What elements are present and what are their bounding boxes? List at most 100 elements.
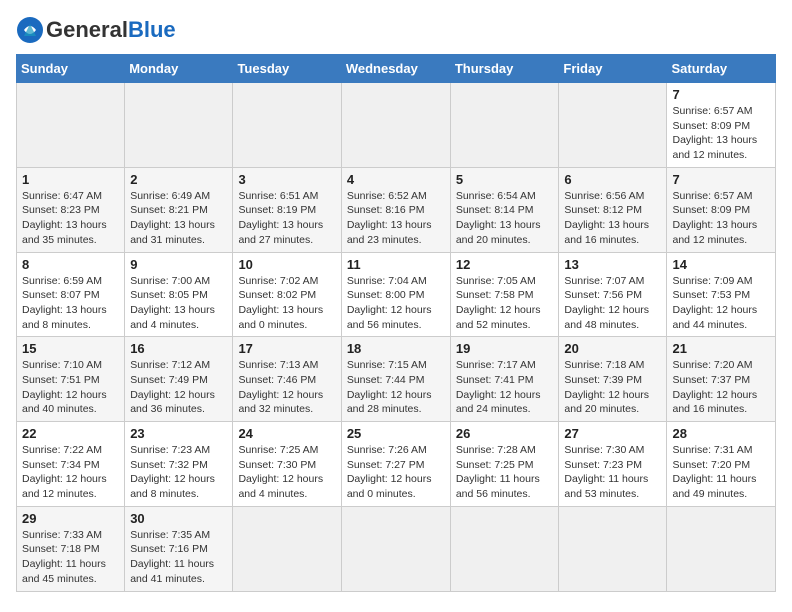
day-info: Sunrise: 6:51 AM Sunset: 8:19 PM Dayligh… [238,189,335,248]
day-number: 7 [672,172,770,187]
day-cell-11: 11 Sunrise: 7:04 AM Sunset: 8:00 PM Dayli… [341,252,450,337]
day-info: Sunrise: 7:31 AM Sunset: 7:20 PM Dayligh… [672,443,770,502]
day-cell-17: 17 Sunrise: 7:13 AM Sunset: 7:46 PM Dayli… [233,337,341,422]
empty-cell [17,83,125,168]
day-cell-28: 28 Sunrise: 7:31 AM Sunset: 7:20 PM Dayli… [667,422,776,507]
day-cell-4: 4 Sunrise: 6:52 AM Sunset: 8:16 PM Daylig… [341,167,450,252]
day-of-week-monday: Monday [125,55,233,83]
day-info: Sunrise: 7:23 AM Sunset: 7:32 PM Dayligh… [130,443,227,502]
calendar-week-1: 1 Sunrise: 6:47 AM Sunset: 8:23 PM Daylig… [17,167,776,252]
day-info: Sunrise: 7:26 AM Sunset: 7:27 PM Dayligh… [347,443,445,502]
day-cell-24: 24Sunrise: 7:25 AM Sunset: 7:30 PM Dayli… [233,422,341,507]
day-info: Sunrise: 7:02 AM Sunset: 8:02 PM Dayligh… [238,274,335,333]
day-info: Sunrise: 7:15 AM Sunset: 7:44 PM Dayligh… [347,358,445,417]
day-cell-21: 21Sunrise: 7:20 AM Sunset: 7:37 PM Dayli… [667,337,776,422]
day-number: 8 [22,257,119,272]
empty-cell [667,506,776,591]
day-number: 10 [238,257,335,272]
day-of-week-tuesday: Tuesday [233,55,341,83]
day-number: 2 [130,172,227,187]
day-cell-25: 25 Sunrise: 7:26 AM Sunset: 7:27 PM Dayli… [341,422,450,507]
day-info: Sunrise: 7:28 AM Sunset: 7:25 PM Dayligh… [456,443,554,502]
empty-cell [450,506,559,591]
day-info: Sunrise: 6:52 AM Sunset: 8:16 PM Dayligh… [347,189,445,248]
calendar-week-5: 29Sunrise: 7:33 AM Sunset: 7:18 PM Dayli… [17,506,776,591]
day-cell-27: 27 Sunrise: 7:30 AM Sunset: 7:23 PM Dayli… [559,422,667,507]
day-number: 23 [130,426,227,441]
calendar-header-row: SundayMondayTuesdayWednesdayThursdayFrid… [17,55,776,83]
day-number: 20 [564,341,661,356]
day-of-week-friday: Friday [559,55,667,83]
day-cell-5: 5Sunrise: 6:54 AM Sunset: 8:14 PM Daylig… [450,167,559,252]
day-number: 26 [456,426,554,441]
day-cell-18: 18 Sunrise: 7:15 AM Sunset: 7:44 PM Dayli… [341,337,450,422]
logo-blue: Blue [128,17,176,43]
day-cell-13: 13Sunrise: 7:07 AM Sunset: 7:56 PM Dayli… [559,252,667,337]
day-cell-26: 26 Sunrise: 7:28 AM Sunset: 7:25 PM Dayli… [450,422,559,507]
day-number: 5 [456,172,554,187]
logo: GeneralBlue [16,16,176,44]
day-info: Sunrise: 7:30 AM Sunset: 7:23 PM Dayligh… [564,443,661,502]
day-cell-23: 23 Sunrise: 7:23 AM Sunset: 7:32 PM Dayli… [125,422,233,507]
day-cell-29: 29Sunrise: 7:33 AM Sunset: 7:18 PM Dayli… [17,506,125,591]
calendar-week-2: 8 Sunrise: 6:59 AM Sunset: 8:07 PM Daylig… [17,252,776,337]
day-cell-30: 30 Sunrise: 7:35 AM Sunset: 7:16 PM Dayli… [125,506,233,591]
day-info: Sunrise: 7:35 AM Sunset: 7:16 PM Dayligh… [130,528,227,587]
day-cell-12: 12 Sunrise: 7:05 AM Sunset: 7:58 PM Dayli… [450,252,559,337]
day-number: 25 [347,426,445,441]
day-number: 6 [564,172,661,187]
day-number: 13 [564,257,661,272]
day-cell-2: 2Sunrise: 6:49 AM Sunset: 8:21 PM Daylig… [125,167,233,252]
day-cell-22: 22 Sunrise: 7:22 AM Sunset: 7:34 PM Dayli… [17,422,125,507]
day-info: Sunrise: 6:47 AM Sunset: 8:23 PM Dayligh… [22,189,119,248]
day-number: 3 [238,172,335,187]
page-header: GeneralBlue [16,16,776,44]
day-cell-6: 6 Sunrise: 6:56 AM Sunset: 8:12 PM Daylig… [559,167,667,252]
day-cell-7: 7 Sunrise: 6:57 AM Sunset: 8:09 PM Daylig… [667,167,776,252]
day-number: 15 [22,341,119,356]
empty-cell [341,506,450,591]
logo-general: General [46,17,128,43]
day-number: 4 [347,172,445,187]
day-info: Sunrise: 7:17 AM Sunset: 7:41 PM Dayligh… [456,358,554,417]
calendar-week-3: 15 Sunrise: 7:10 AM Sunset: 7:51 PM Dayli… [17,337,776,422]
day-info: Sunrise: 7:10 AM Sunset: 7:51 PM Dayligh… [22,358,119,417]
day-number: 18 [347,341,445,356]
day-info: Sunrise: 6:56 AM Sunset: 8:12 PM Dayligh… [564,189,661,248]
empty-cell [559,83,667,168]
day-number: 9 [130,257,227,272]
day-number: 30 [130,511,227,526]
day-cell-3: 3 Sunrise: 6:51 AM Sunset: 8:19 PM Daylig… [233,167,341,252]
calendar-week-4: 22 Sunrise: 7:22 AM Sunset: 7:34 PM Dayli… [17,422,776,507]
day-number: 16 [130,341,227,356]
day-info: Sunrise: 7:20 AM Sunset: 7:37 PM Dayligh… [672,358,770,417]
day-of-week-wednesday: Wednesday [341,55,450,83]
day-info: Sunrise: 7:13 AM Sunset: 7:46 PM Dayligh… [238,358,335,417]
day-cell-9: 9Sunrise: 7:00 AM Sunset: 8:05 PM Daylig… [125,252,233,337]
day-cell-19: 19Sunrise: 7:17 AM Sunset: 7:41 PM Dayli… [450,337,559,422]
day-info: Sunrise: 6:59 AM Sunset: 8:07 PM Dayligh… [22,274,119,333]
day-cell-20: 20 Sunrise: 7:18 AM Sunset: 7:39 PM Dayli… [559,337,667,422]
day-number: 17 [238,341,335,356]
day-number: 1 [22,172,119,187]
day-info: Sunrise: 7:25 AM Sunset: 7:30 PM Dayligh… [238,443,335,502]
day-info: Sunrise: 7:09 AM Sunset: 7:53 PM Dayligh… [672,274,770,333]
day-of-week-sunday: Sunday [17,55,125,83]
empty-cell [341,83,450,168]
day-info: Sunrise: 7:05 AM Sunset: 7:58 PM Dayligh… [456,274,554,333]
day-number: 11 [347,257,445,272]
day-info: Sunrise: 7:22 AM Sunset: 7:34 PM Dayligh… [22,443,119,502]
day-info: Sunrise: 6:57 AM Sunset: 8:09 PM Dayligh… [672,189,770,248]
day-number: 28 [672,426,770,441]
day-of-week-thursday: Thursday [450,55,559,83]
day-number: 12 [456,257,554,272]
day-cell-7: 7Sunrise: 6:57 AM Sunset: 8:09 PM Daylig… [667,83,776,168]
day-number: 27 [564,426,661,441]
day-info: Sunrise: 7:04 AM Sunset: 8:00 PM Dayligh… [347,274,445,333]
day-number: 7 [672,87,770,102]
day-number: 29 [22,511,119,526]
day-info: Sunrise: 7:18 AM Sunset: 7:39 PM Dayligh… [564,358,661,417]
day-number: 22 [22,426,119,441]
day-cell-15: 15 Sunrise: 7:10 AM Sunset: 7:51 PM Dayli… [17,337,125,422]
empty-cell [125,83,233,168]
